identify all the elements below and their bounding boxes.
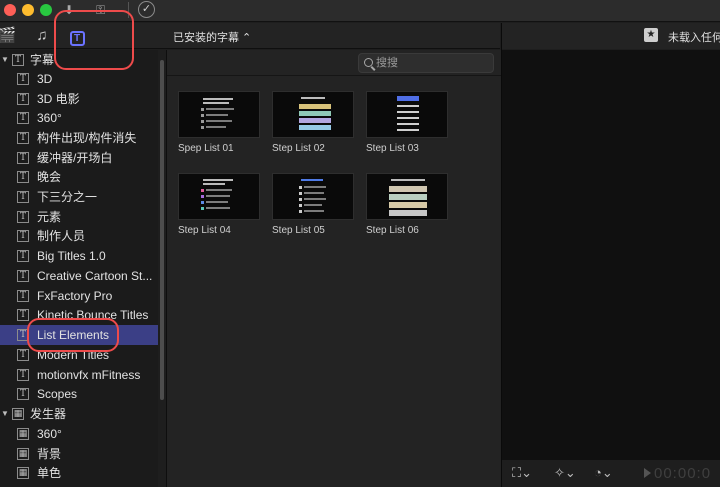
favorite-star-icon[interactable]: ★ (644, 28, 658, 42)
sidebar-item[interactable]: T 缓冲器/开场白 (0, 148, 158, 168)
sidebar-item-label: motionvfx mFitness (37, 368, 141, 382)
sidebar-item-label: 元素 (37, 210, 62, 224)
generator-icon: ▦ (17, 428, 29, 440)
category-label: 字幕 (30, 53, 55, 67)
sidebar-item[interactable]: T Big Titles 1.0 (0, 246, 158, 266)
title-icon: T (17, 112, 29, 124)
sidebar-scrollbar[interactable] (160, 60, 164, 400)
installed-titles-dropdown[interactable]: 已安装的字幕 ⌃ (173, 29, 251, 45)
sidebar-item-label: 360° (37, 111, 62, 125)
category-generators[interactable]: ▼ ▦ 发生器 (0, 404, 158, 424)
title-icon: T (17, 369, 29, 381)
thumbnail-label: Step List 04 (178, 225, 231, 236)
sidebar-item-label: 缓冲器/开场白 (37, 151, 113, 165)
disclosure-triangle-icon[interactable]: ▼ (1, 404, 9, 424)
sidebar-item-label: FxFactory Pro (37, 289, 113, 303)
title-icon: T (17, 250, 29, 262)
play-icon[interactable] (644, 468, 651, 478)
generator-icon: ▦ (17, 467, 29, 479)
titles-sidebar: ▼ T 字幕 T 3D T 3D 电影 T 360° T 构件出现/构件消失 T 缓冲器/… (0, 50, 158, 487)
sidebar-item-label: 晚会 (37, 170, 62, 184)
speed-gauge-icon[interactable]: ◔⌄ (594, 465, 613, 481)
sidebar-item[interactable]: T Creative Cartoon St... (0, 266, 158, 286)
title-icon: T (17, 211, 29, 223)
viewer-status: 未载入任何 (668, 32, 720, 44)
search-placeholder: 搜搜 (376, 57, 398, 69)
sidebar-item[interactable]: T 3D (0, 69, 158, 89)
thumbnail-step-list-03[interactable] (366, 91, 448, 138)
highlight-circle-list-elements (27, 318, 119, 352)
media-tab-icon[interactable]: 🎬 (0, 26, 18, 46)
sidebar-item[interactable]: T 3D 电影 (0, 89, 158, 109)
sidebar-item-label: Scopes (37, 387, 78, 401)
thumbnail-label: Step List 06 (366, 225, 419, 236)
thumbnail-step-list-02[interactable] (272, 91, 354, 138)
title-icon: T (17, 93, 29, 105)
sidebar-item-label: 下三分之一 (37, 190, 98, 204)
title-icon: T (17, 191, 29, 203)
viewer-canvas[interactable] (502, 50, 720, 460)
sidebar-item-label: Creative Cartoon St... (37, 269, 153, 283)
title-icon: T (17, 132, 29, 144)
title-icon: T (17, 171, 29, 183)
sidebar-item[interactable]: T 晚会 (0, 167, 158, 187)
timecode-display: 00:00:0 (654, 465, 712, 482)
divider (167, 75, 501, 76)
thumbnail-label: Step List 02 (272, 143, 325, 154)
sidebar-item-label: 3D (37, 72, 53, 86)
sidebar-item-label: 单色 (37, 466, 62, 480)
viewer-toolbar: ⛶⌄ ✧⌄ ◔⌄ 00:00:0 (502, 460, 720, 487)
sidebar-item[interactable]: ▦ 360° (0, 424, 158, 444)
title-icon: T (17, 152, 29, 164)
thumbnail-step-list-06[interactable] (366, 173, 448, 220)
sidebar-item[interactable]: Tmotionvfx mFitness (0, 365, 158, 385)
thumbnail-step-list-05[interactable] (272, 173, 354, 220)
highlight-circle-titles-tab (54, 10, 134, 70)
sidebar-item-label: 3D 电影 (37, 92, 80, 106)
sidebar-item[interactable]: T Scopes (0, 384, 158, 404)
title-icon: T (17, 290, 29, 302)
sidebar-item-label: 构件出现/构件消失 (37, 131, 137, 145)
titles-browser-grid: 搜搜 Spep List 01 Step List 02 Step List 0… (167, 50, 501, 487)
sidebar-item-label: 制作人员 (37, 229, 86, 243)
thumbnail-step-list-01[interactable] (178, 91, 260, 138)
sidebar-item-label: 背景 (37, 447, 62, 461)
crop-transform-icon[interactable]: ⛶⌄ (512, 465, 532, 481)
viewer-header: ★ 未载入任何 (502, 23, 720, 49)
sidebar-item[interactable]: T 制作人员 (0, 226, 158, 246)
title-icon: T (17, 270, 29, 282)
generator-icon: ▦ (17, 448, 29, 460)
thumbnail-label: Step List 03 (366, 143, 419, 154)
generator-category-icon: ▦ (12, 408, 24, 420)
background-tasks-icon[interactable]: ✓ (138, 1, 155, 18)
search-field[interactable]: 搜搜 (358, 53, 494, 73)
category-label: 发生器 (30, 407, 67, 421)
sidebar-item[interactable]: T 下三分之一 (0, 187, 158, 207)
disclosure-triangle-icon[interactable]: ▼ (1, 50, 9, 70)
sidebar-item-label: Big Titles 1.0 (37, 249, 106, 263)
close-window-button[interactable] (4, 4, 16, 16)
thumbnail-label: Step List 05 (272, 225, 325, 236)
title-icon: T (17, 349, 29, 361)
title-category-icon: T (12, 54, 24, 66)
magic-wand-icon[interactable]: ✧⌄ (554, 465, 576, 481)
sidebar-item[interactable]: T 元素 (0, 207, 158, 227)
thumbnail-label: Spep List 01 (178, 143, 234, 154)
minimize-window-button[interactable] (22, 4, 34, 16)
sidebar-item-label: 360° (37, 427, 62, 441)
thumbnail-step-list-04[interactable] (178, 173, 260, 220)
sidebar-item[interactable]: ▦ 背景 (0, 444, 158, 464)
music-photo-tab-icon[interactable]: ♫ (31, 26, 53, 46)
search-icon (364, 58, 373, 67)
zoom-window-button[interactable] (40, 4, 52, 16)
title-icon: T (17, 309, 29, 321)
sidebar-item[interactable]: ▦ 单色 (0, 463, 158, 483)
sidebar-item[interactable]: T 360° (0, 108, 158, 128)
title-icon: T (17, 230, 29, 242)
sidebar-item[interactable]: T 构件出现/构件消失 (0, 128, 158, 148)
title-icon: T (17, 73, 29, 85)
sidebar-item[interactable]: T FxFactory Pro (0, 286, 158, 306)
title-icon: T (17, 388, 29, 400)
